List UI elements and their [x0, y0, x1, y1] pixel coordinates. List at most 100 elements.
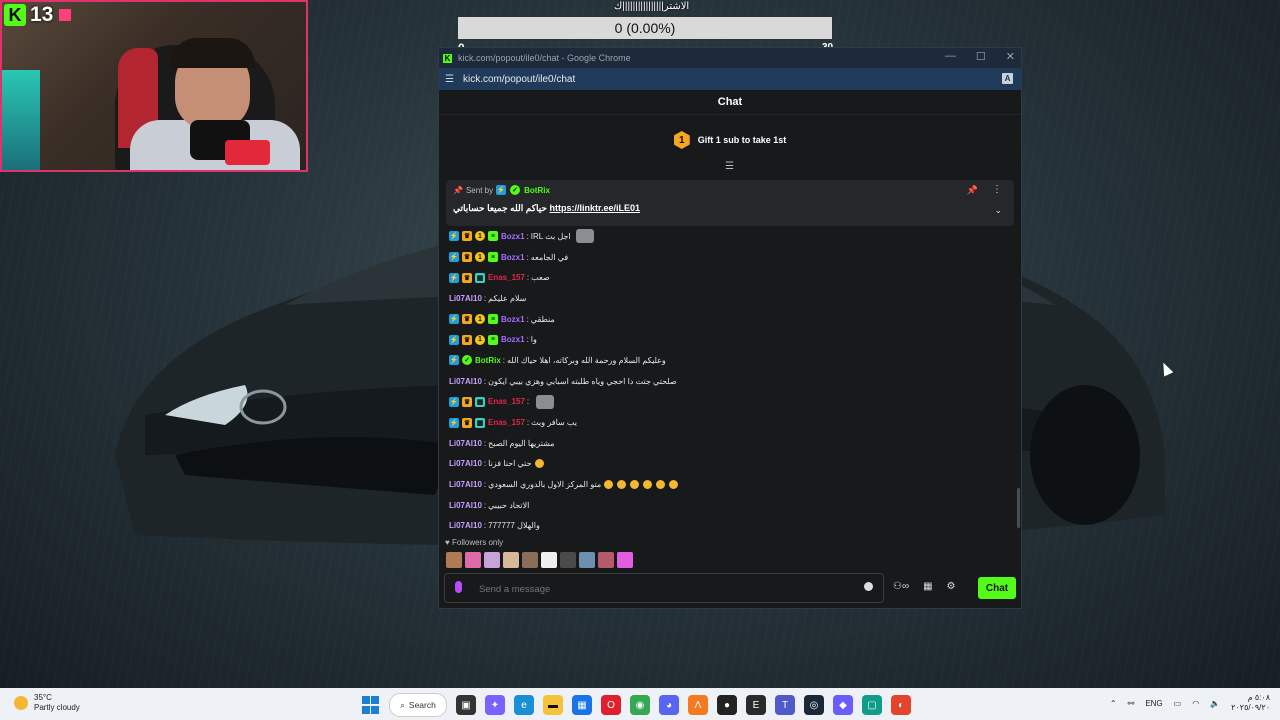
minimize-button[interactable]: —: [945, 50, 956, 63]
wifi-icon[interactable]: ◠: [1192, 699, 1199, 708]
vip-badge-icon: ⚡: [449, 334, 459, 345]
chat-username[interactable]: Li07Al10: [449, 294, 482, 303]
kick-logo-icon: K: [4, 4, 26, 26]
app-circle-icon[interactable]: ◐: [891, 695, 911, 715]
system-tray: ⌃ ⚯ ENG ▭ ◠ 🔈 ٥:٠٨ م ٢٠٢٥/٠٩/٢٠: [1110, 693, 1270, 713]
close-button[interactable]: ✕: [1006, 50, 1015, 63]
gift-sub-banner[interactable]: 1 Gift 1 sub to take 1st: [439, 115, 1021, 165]
chat-message-text: وا: [530, 335, 537, 345]
message-input[interactable]: [477, 579, 841, 599]
message-input-box[interactable]: [444, 573, 884, 603]
volume-icon[interactable]: 🔈: [1210, 699, 1220, 708]
viewer-avatar[interactable]: [465, 552, 481, 568]
vip-badge-icon: ⚡: [449, 417, 459, 428]
chat-username[interactable]: BotRix: [475, 356, 501, 365]
start-button[interactable]: [360, 695, 380, 715]
chat-username[interactable]: Li07Al10: [449, 377, 482, 386]
weather-widget[interactable]: 35°C Partly cloudy: [14, 693, 80, 713]
chevron-up-icon[interactable]: ⌃: [1110, 699, 1117, 708]
viewer-avatar[interactable]: [617, 552, 633, 568]
address-bar[interactable]: ☰ kick.com/popout/ile0/chat A: [439, 68, 1021, 90]
window-titlebar[interactable]: K kick.com/popout/ile0/chat - Google Chr…: [439, 48, 1021, 68]
url-text[interactable]: kick.com/popout/ile0/chat: [463, 74, 575, 85]
more-options-icon[interactable]: ⋮: [992, 184, 1002, 195]
microphone-icon[interactable]: [455, 581, 462, 593]
poll-title: الاشتر||||||||||||||||ك: [614, 1, 690, 12]
chat-username[interactable]: Enas_157: [488, 397, 525, 406]
language-indicator[interactable]: ENG: [1145, 699, 1162, 708]
heart-icon: ♥: [445, 538, 450, 547]
rank-one-badge-icon: 1: [475, 334, 485, 345]
chat-message: Li07Al10: سلام عليكم: [449, 288, 1009, 309]
chat-username[interactable]: Li07Al10: [449, 480, 482, 489]
chat-message-text: سلام عليكم: [488, 293, 527, 303]
chat-header: Chat: [439, 90, 1021, 115]
chat-username[interactable]: Li07Al10: [449, 521, 482, 530]
vip-badge-icon: ⚡: [449, 272, 459, 283]
share-icon[interactable]: ⚇∞: [893, 581, 909, 592]
gear-icon[interactable]: ⚙: [947, 581, 956, 592]
chat-username[interactable]: Enas_157: [488, 418, 525, 427]
chat-message-text: مشتريها اليوم الصبح: [488, 438, 555, 448]
emoji-icon: [604, 480, 614, 490]
app-window-icon[interactable]: ▢: [862, 695, 882, 715]
store-app-icon[interactable]: ▦: [572, 695, 592, 715]
file-explorer-icon[interactable]: ▬: [543, 695, 563, 715]
clock[interactable]: ٥:٠٨ م ٢٠٢٥/٠٩/٢٠: [1231, 693, 1270, 713]
username-separator: :: [526, 335, 529, 345]
copilot-icon[interactable]: ✦: [485, 695, 505, 715]
viewer-avatar[interactable]: [579, 552, 595, 568]
viewer-avatar[interactable]: [560, 552, 576, 568]
chat-message: ⚡ ♛ ▦ Enas_157: يب سافر وبث: [449, 412, 1009, 433]
obs-icon[interactable]: ●: [717, 695, 737, 715]
viewer-avatar[interactable]: [598, 552, 614, 568]
taskbar-search[interactable]: ⌕ Search: [389, 693, 447, 717]
chat-username[interactable]: Li07Al10: [449, 439, 482, 448]
store-icon[interactable]: ▦: [923, 581, 932, 592]
network-settings-icon[interactable]: ⚯: [1128, 699, 1135, 708]
chat-message: ⚡ ♛ ▦ Enas_157: صعب: [449, 267, 1009, 288]
edge-icon[interactable]: e: [514, 695, 534, 715]
username-separator: :: [526, 273, 530, 283]
app-a-icon[interactable]: Λ: [688, 695, 708, 715]
viewer-avatar[interactable]: [503, 552, 519, 568]
chat-username[interactable]: Bozx1: [501, 253, 525, 262]
chat-scrollbar[interactable]: [1017, 488, 1020, 528]
steam-icon[interactable]: ◎: [804, 695, 824, 715]
site-settings-icon[interactable]: ☰: [445, 74, 454, 85]
app-diamond-icon[interactable]: ◆: [833, 695, 853, 715]
chat-username[interactable]: Bozx1: [501, 335, 525, 344]
epic-games-icon[interactable]: E: [746, 695, 766, 715]
pin-icon[interactable]: 📌: [967, 185, 978, 196]
opera-icon[interactable]: O: [601, 695, 621, 715]
chat-username[interactable]: Li07Al10: [449, 501, 482, 510]
send-chat-button[interactable]: Chat: [978, 577, 1016, 599]
emoji-icon[interactable]: [864, 582, 873, 591]
viewer-avatar[interactable]: [541, 552, 557, 568]
drag-handle-icon[interactable]: ☰: [725, 161, 734, 172]
translate-icon[interactable]: A: [1002, 73, 1013, 84]
chat-username[interactable]: Enas_157: [488, 273, 525, 282]
emoji-icon: [643, 480, 653, 490]
viewer-avatar[interactable]: [522, 552, 538, 568]
subscriber-badge-icon: ≡: [488, 231, 498, 242]
chat-username[interactable]: Li07Al10: [449, 459, 482, 468]
chat-message: ⚡ ♛ 1 ≡ Bozx1: في الجامعه: [449, 247, 1009, 268]
maximize-button[interactable]: ☐: [976, 50, 986, 63]
username-separator: :: [483, 521, 487, 531]
vip-badge-icon: ⚡: [449, 396, 459, 407]
display-icon[interactable]: ▭: [1174, 699, 1182, 708]
task-view-icon[interactable]: ▣: [456, 695, 476, 715]
viewer-avatar[interactable]: [484, 552, 500, 568]
teams-icon[interactable]: T: [775, 695, 795, 715]
vip-badge-icon: ⚡: [496, 185, 507, 195]
chrome-icon[interactable]: ◉: [630, 695, 650, 715]
discord-icon[interactable]: ◕: [659, 695, 679, 715]
chevron-down-icon[interactable]: ⌄: [994, 205, 1002, 216]
pinned-link[interactable]: https://linktr.ee/iLE01: [550, 203, 641, 213]
pinned-username[interactable]: BotRix: [524, 186, 550, 195]
chat-username[interactable]: Bozx1: [501, 232, 525, 241]
chat-username[interactable]: Bozx1: [501, 315, 525, 324]
viewer-avatar[interactable]: [446, 552, 462, 568]
window-title: kick.com/popout/ile0/chat - Google Chrom…: [458, 53, 631, 63]
